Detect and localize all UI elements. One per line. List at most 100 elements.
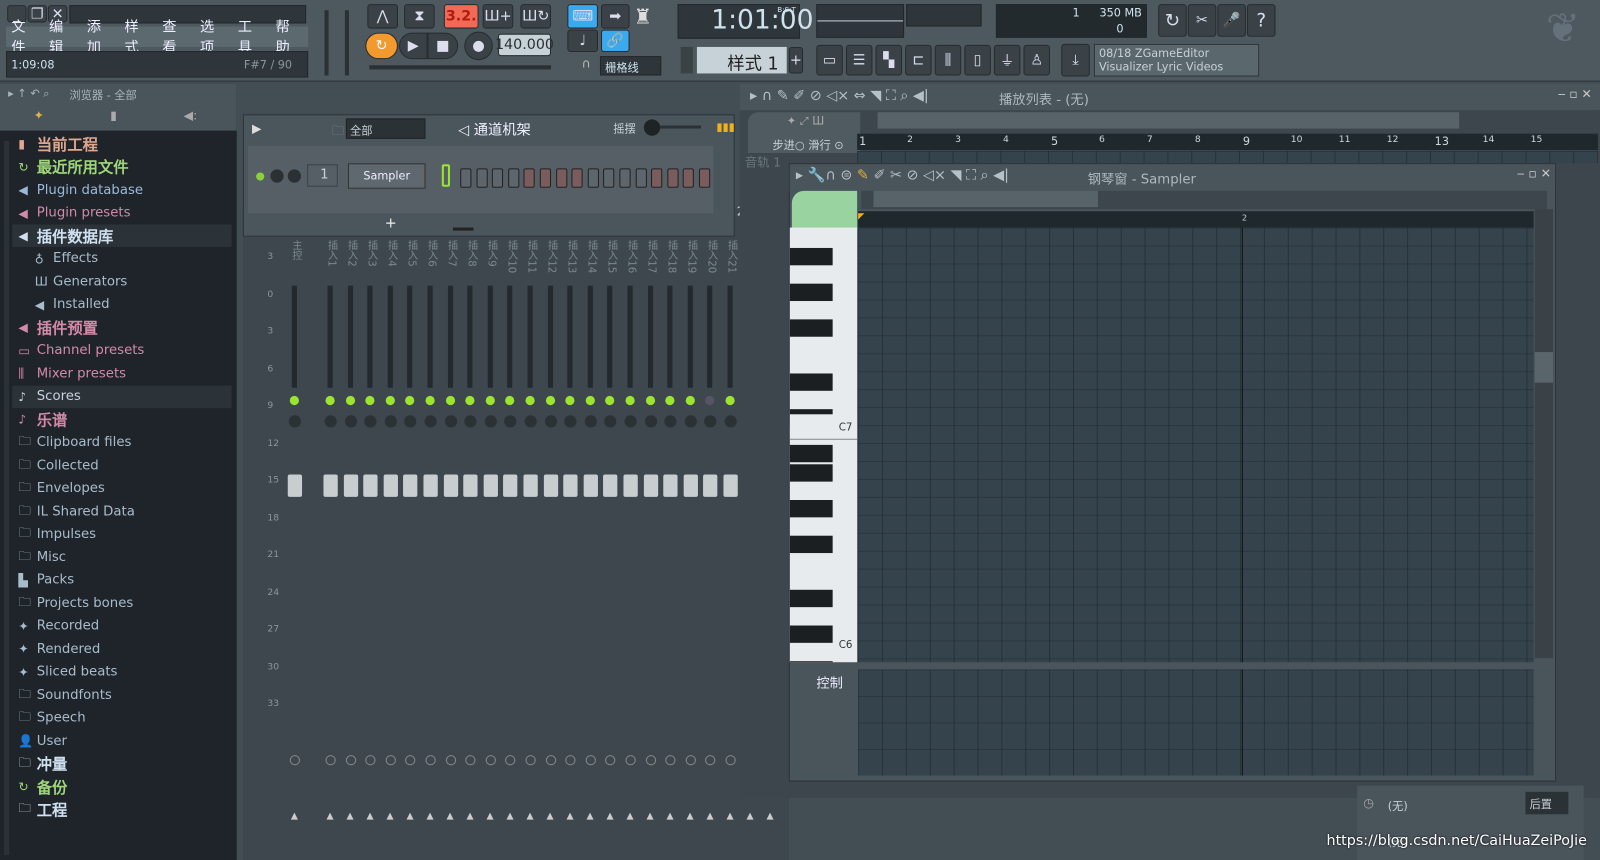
post-fx-selector[interactable]: 后置 [1525, 791, 1569, 815]
send-arrow-icon[interactable]: ▲ [487, 811, 494, 821]
browser-item[interactable]: 🗀 Envelopes [12, 477, 231, 499]
send-arrow-icon[interactable]: ▲ [547, 811, 554, 821]
pan-knob[interactable] [604, 415, 617, 428]
black-key[interactable] [789, 283, 833, 302]
metronome-button[interactable]: ⋀ [367, 4, 398, 29]
volume-fader[interactable] [683, 474, 698, 497]
channel-pan-knob[interactable] [287, 169, 302, 183]
send-arrow-icon[interactable]: ▲ [627, 811, 634, 821]
browser-nav-icons[interactable]: ▸ ↑ ↶ ⌕ [8, 87, 49, 101]
black-key[interactable] [789, 464, 833, 482]
pan-knob[interactable] [664, 415, 677, 428]
pan-knob[interactable] [644, 415, 657, 428]
master-volume-slider[interactable] [324, 10, 329, 76]
step-button[interactable] [651, 168, 663, 188]
step-button[interactable] [635, 168, 647, 188]
browser-icon[interactable]: ⊏ [905, 44, 932, 76]
piano-roll-tool-tab[interactable] [791, 190, 858, 230]
track-1-label[interactable]: 音轨 1 [745, 153, 791, 169]
enable-led[interactable] [345, 395, 355, 406]
main-knob-icon[interactable]: ♜ [634, 4, 652, 28]
piano-roll-toolbar-icons[interactable]: ▸ 🔧∩ ⊜ ✎ ✐ ✂ ⊘ ◁× ◥ ⛶ ⌕ ◀| [796, 167, 1009, 183]
send-arrow-icon[interactable]: ▲ [667, 811, 674, 821]
black-key[interactable] [789, 589, 833, 608]
black-key[interactable] [789, 247, 833, 266]
event-control-selector[interactable]: 控制 [816, 672, 843, 692]
pan-knob[interactable] [544, 415, 557, 428]
insert-strip[interactable]: 插入21 ▲ [721, 240, 739, 852]
browser-item[interactable]: ♁ Effects [12, 247, 231, 269]
typing-keyboard-button[interactable]: ⌨ [567, 4, 598, 29]
enable-led[interactable] [365, 395, 375, 406]
send-arrow-icon[interactable]: ▲ [527, 811, 534, 821]
volume-fader[interactable] [663, 474, 678, 497]
send-arrow-icon[interactable]: ▲ [687, 811, 694, 821]
insert-strip[interactable]: 插入19 ▲ [681, 240, 699, 852]
browser-item[interactable]: ♪ Scores [12, 385, 232, 408]
send-arrow-icon[interactable]: ▲ [727, 811, 734, 821]
volume-fader[interactable] [463, 474, 478, 497]
send-arrow-icon[interactable]: ▲ [507, 811, 514, 821]
volume-fader[interactable] [703, 474, 718, 497]
step-button[interactable] [571, 168, 583, 188]
browser-item[interactable]: 🗀 Projects bones [12, 592, 231, 614]
browser-item[interactable]: ▙ Packs [12, 569, 231, 591]
volume-fader[interactable] [503, 474, 518, 497]
channel-name-button[interactable]: Sampler [347, 163, 426, 189]
download-icon[interactable]: ⤓ [1061, 43, 1090, 77]
countdown-button[interactable]: ➡ [601, 4, 630, 29]
enable-led[interactable] [425, 395, 435, 406]
enable-led[interactable] [465, 395, 475, 406]
send-arrow-icon[interactable]: ▲ [427, 811, 434, 821]
channel-mute-led[interactable] [256, 172, 265, 181]
insert-strip[interactable]: 插入14 ▲ [581, 240, 599, 852]
waveform-icon[interactable]: ✦ [34, 108, 44, 122]
pan-knob[interactable] [684, 415, 697, 428]
file-icon[interactable]: ▮ [110, 108, 117, 122]
enable-led[interactable] [645, 395, 655, 406]
pan-knob[interactable] [624, 415, 637, 428]
volume-fader[interactable] [543, 474, 558, 497]
send-arrow-icon[interactable]: ▲ [387, 811, 394, 821]
news-panel[interactable]: 08/18 ZGameEditor Visualizer Lyric Video… [1093, 43, 1260, 77]
add-channel-button[interactable]: + [385, 215, 397, 231]
send-arrow-icon[interactable]: ▲ [587, 811, 594, 821]
pan-knob[interactable] [464, 415, 477, 428]
playlist-mode-icons[interactable]: ✦ ⤢ Ш [787, 114, 825, 128]
insert-strip[interactable]: 插入1 ▲ [321, 240, 339, 852]
black-key[interactable] [789, 444, 833, 463]
pan-knob[interactable] [424, 415, 437, 428]
volume-fader[interactable] [643, 474, 658, 497]
enable-led[interactable] [485, 395, 495, 406]
step-option[interactable]: 步进○ 滑行 ⊙ [772, 137, 843, 153]
insert-strip[interactable]: 插入7 ▲ [441, 240, 459, 852]
piano-roll-icon[interactable]: ▚ [875, 44, 903, 76]
browser-item[interactable]: 🗀 Soundfonts [12, 684, 231, 706]
channel-rack-menu-arrow[interactable]: ▶ [252, 121, 261, 135]
pan-knob[interactable] [524, 415, 537, 428]
pan-knob[interactable] [584, 415, 597, 428]
insert-strip[interactable]: 插入6 ▲ [421, 240, 439, 852]
insert-strip[interactable]: 插入3 ▲ [361, 240, 379, 852]
channel-rack-icon[interactable]: ☰ [845, 44, 873, 76]
insert-strip[interactable]: 插入20 ▲ [701, 240, 719, 852]
pan-knob[interactable] [288, 415, 302, 428]
pan-knob[interactable] [384, 415, 397, 428]
browser-item[interactable]: ▭ Channel presets [12, 339, 231, 361]
pan-knob[interactable] [404, 415, 417, 428]
send-arrow-icon[interactable]: ▲ [327, 811, 334, 821]
browser-item[interactable]: ◀ 插件预置 [12, 316, 231, 338]
loop-mode-button[interactable]: ↻ [365, 32, 398, 60]
step-button[interactable] [667, 168, 679, 188]
send-arrow-icon[interactable]: ▲ [467, 811, 474, 821]
pan-knob[interactable] [484, 415, 497, 428]
browser-scrollbar[interactable] [4, 140, 10, 856]
step-button[interactable] [507, 168, 520, 188]
record-button[interactable]: ● [464, 31, 493, 61]
insert-strip[interactable]: 插入4 ▲ [381, 240, 399, 852]
insert-strip[interactable]: 插入11 ▲ [521, 240, 539, 852]
send-arrow-icon[interactable]: ▲ [367, 811, 374, 821]
black-key[interactable] [789, 535, 833, 554]
volume-fader[interactable] [523, 474, 538, 497]
note-grid[interactable] [858, 227, 1534, 663]
